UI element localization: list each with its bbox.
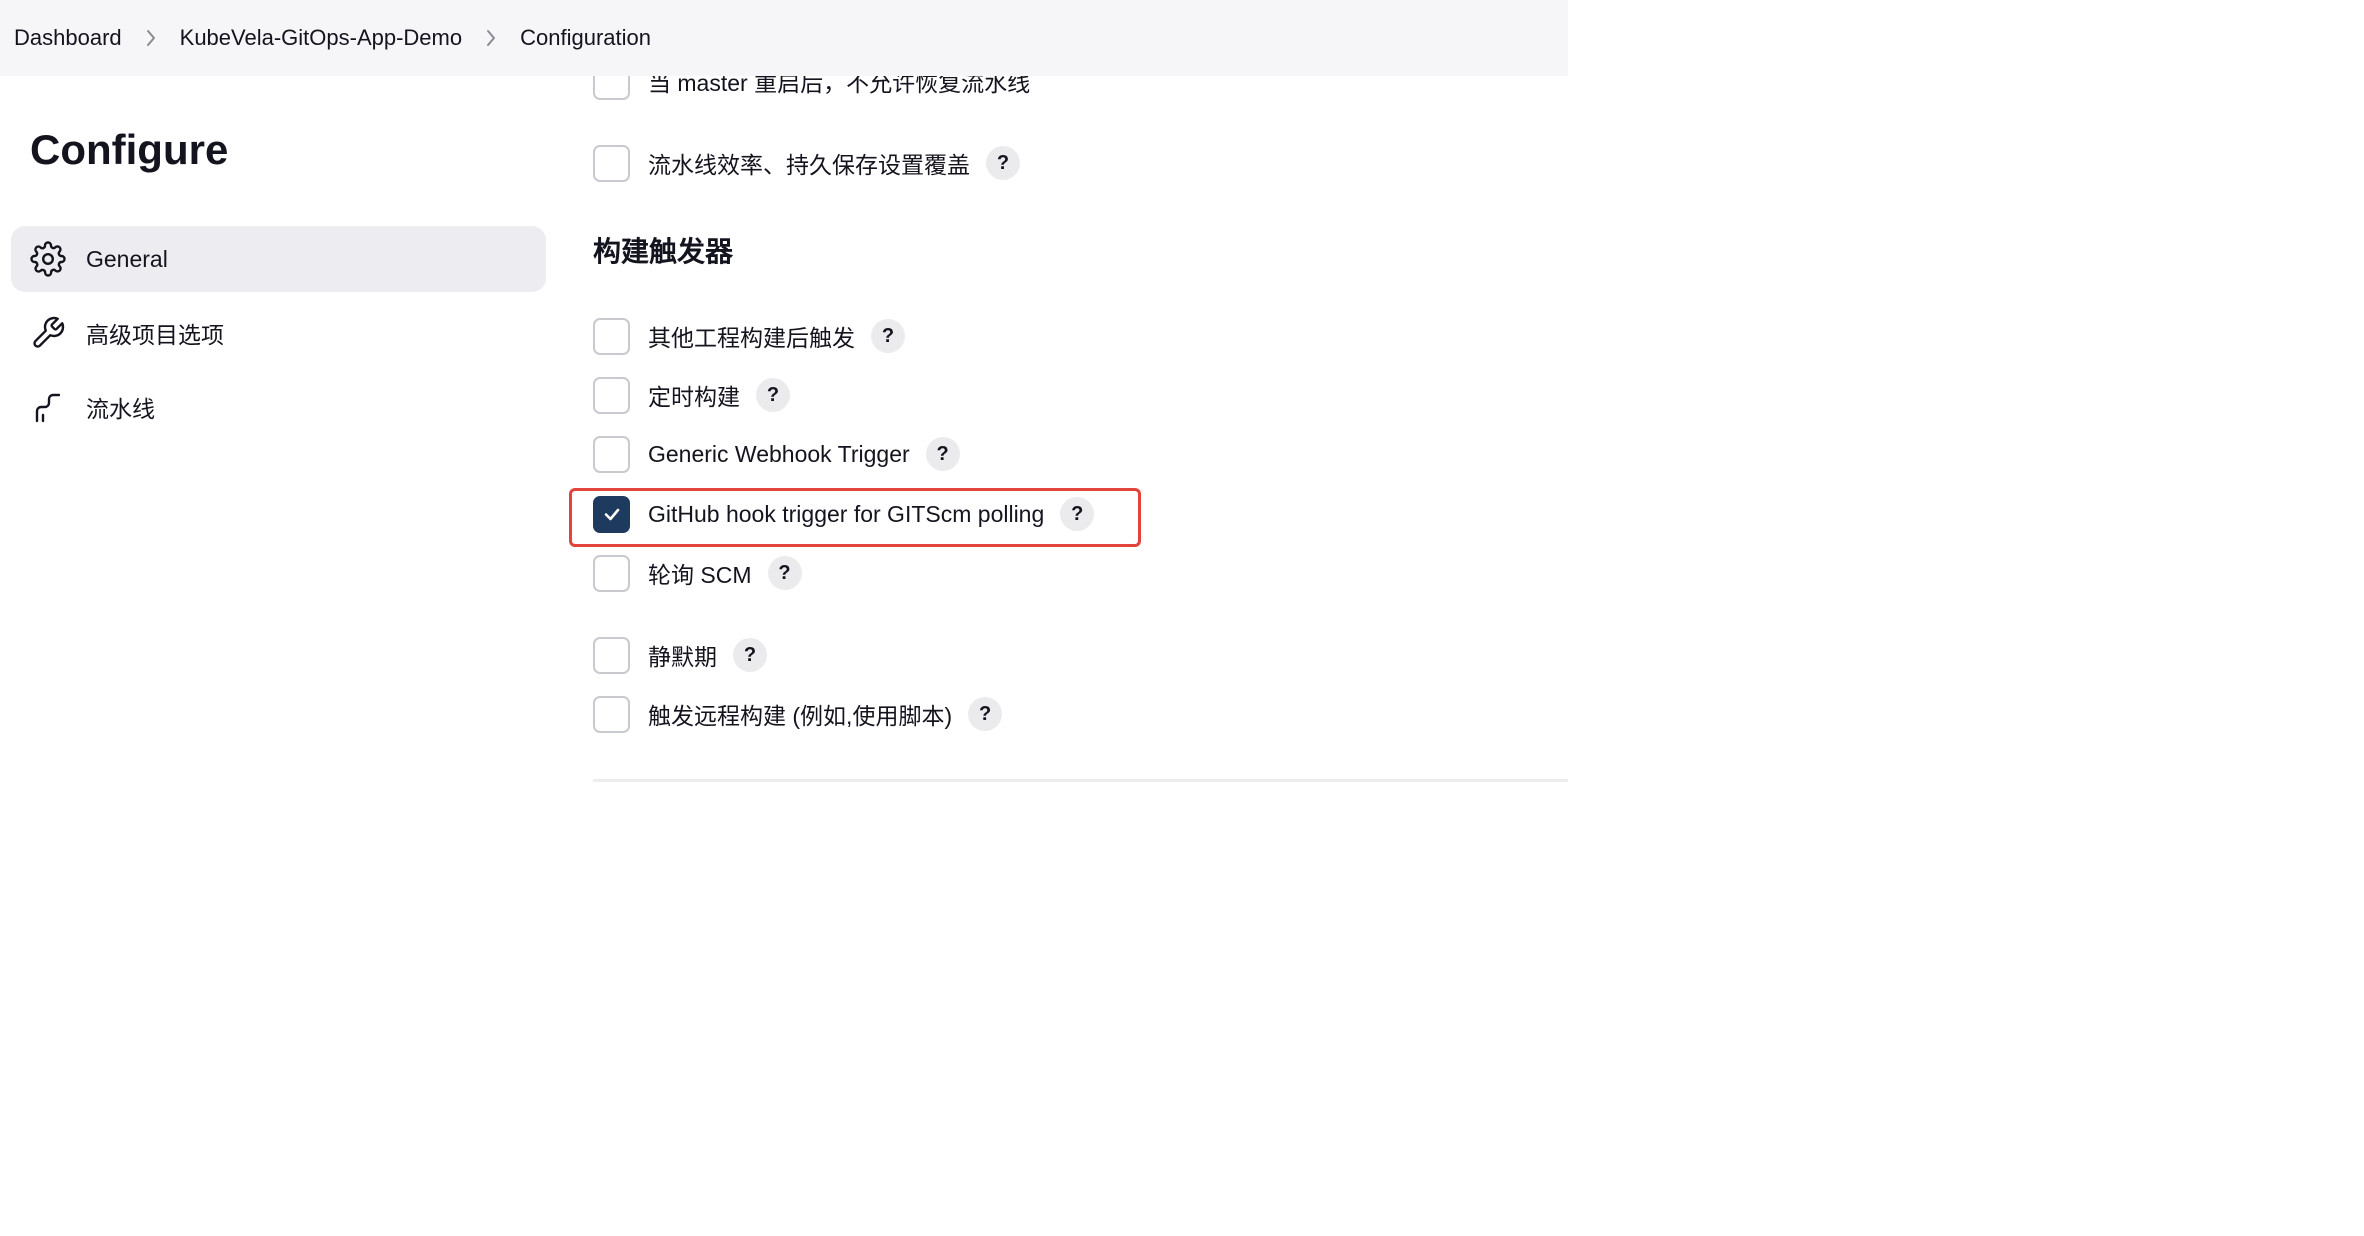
wrench-icon — [29, 314, 67, 352]
checkbox-checked[interactable] — [593, 495, 630, 533]
trigger-label: 触发远程构建 (例如,使用脚本) — [648, 703, 953, 729]
trigger-row: 轮询 SCM ? — [593, 553, 802, 593]
help-button[interactable]: ? — [733, 638, 767, 672]
option-label: 流水线效率、持久保存设置覆盖 — [648, 152, 970, 178]
checkbox[interactable] — [593, 435, 630, 473]
sidebar-item-label: 流水线 — [86, 396, 155, 422]
trigger-row: Generic Webhook Trigger ? — [593, 434, 960, 474]
option-row: 流水线效率、持久保存设置覆盖 ? — [593, 143, 1020, 183]
checkbox[interactable] — [593, 554, 630, 592]
sidebar-item-advanced[interactable]: 高级项目选项 — [11, 300, 546, 366]
sidebar-item-label: 高级项目选项 — [86, 322, 224, 348]
chevron-right-icon — [462, 27, 520, 49]
trigger-label: GitHub hook trigger for GITScm polling — [648, 500, 1045, 527]
trigger-label: Generic Webhook Trigger — [648, 440, 910, 467]
checkbox[interactable] — [593, 695, 630, 733]
help-button[interactable]: ? — [756, 378, 790, 412]
section-heading-build-triggers: 构建触发器 — [593, 236, 734, 267]
help-button[interactable]: ? — [968, 697, 1003, 731]
trigger-label: 定时构建 — [648, 384, 740, 410]
checkbox[interactable] — [593, 317, 630, 355]
trigger-row: 其他工程构建后触发 ? — [593, 316, 905, 356]
checkbox[interactable] — [593, 636, 630, 674]
chevron-right-icon — [122, 27, 180, 49]
help-button[interactable]: ? — [871, 319, 905, 353]
breadcrumb-configuration[interactable]: Configuration — [520, 25, 651, 51]
breadcrumb-project[interactable]: KubeVela-GitOps-App-Demo — [180, 25, 462, 51]
configure-page: Dashboard KubeVela-GitOps-App-Demo Confi… — [0, 0, 1568, 818]
trigger-label: 轮询 SCM — [648, 562, 752, 588]
trigger-label: 其他工程构建后触发 — [648, 325, 855, 351]
sidebar-item-pipeline[interactable]: 流水线 — [11, 374, 546, 440]
trigger-row: GitHub hook trigger for GITScm polling ? — [593, 494, 1095, 534]
trigger-row: 触发远程构建 (例如,使用脚本) ? — [593, 694, 1003, 734]
page-title: Configure — [30, 126, 229, 173]
checkmark-icon — [604, 508, 619, 521]
section-divider — [593, 779, 1568, 782]
trigger-row: 定时构建 ? — [593, 375, 790, 415]
breadcrumb: Dashboard KubeVela-GitOps-App-Demo Confi… — [0, 0, 1568, 76]
gear-icon — [29, 240, 67, 278]
checkbox[interactable] — [593, 144, 630, 182]
sidebar: Configure General 高级项目选项 流水线 — [0, 76, 560, 818]
checkbox[interactable] — [593, 376, 630, 414]
trigger-row: 静默期 ? — [593, 635, 767, 675]
pipeline-icon — [29, 388, 67, 426]
breadcrumb-dashboard[interactable]: Dashboard — [14, 25, 122, 51]
sidebar-item-label: General — [86, 245, 168, 272]
help-button[interactable]: ? — [1060, 497, 1095, 531]
trigger-label: 静默期 — [648, 644, 717, 670]
help-button[interactable]: ? — [986, 146, 1020, 180]
sidebar-item-general[interactable]: General — [11, 226, 546, 292]
help-button[interactable]: ? — [925, 437, 960, 471]
help-button[interactable]: ? — [767, 556, 802, 590]
